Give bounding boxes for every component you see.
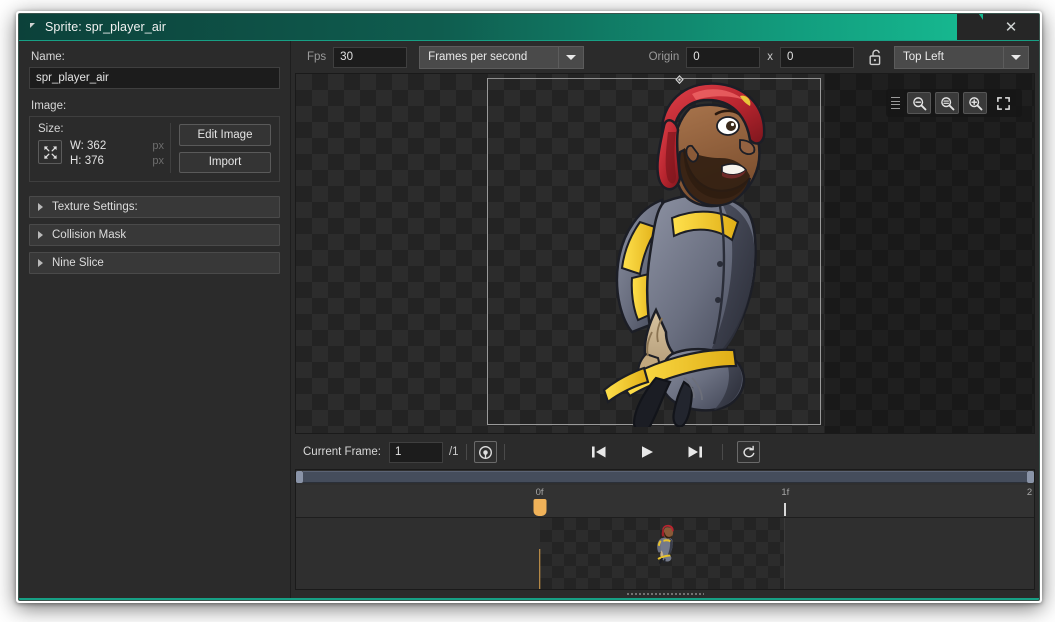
- frame-origin-icon[interactable]: [473, 441, 497, 463]
- properties-panel: Name: Image: Size:: [19, 41, 291, 600]
- chevron-down-icon[interactable]: [1004, 45, 1029, 69]
- accordion-nine-slice[interactable]: Nine Slice: [29, 252, 280, 274]
- loop-icon[interactable]: [737, 441, 761, 463]
- playback-toolbar: Current Frame: /1: [295, 435, 1035, 469]
- collapse-arrow-icon[interactable]: [30, 23, 35, 28]
- total-frames-label: /1: [448, 446, 459, 458]
- play-icon[interactable]: [634, 441, 660, 463]
- accordion-texture-settings[interactable]: Texture Settings:: [29, 196, 280, 218]
- app-root: Sprite: spr_player_air ✕ Name: Image: Si…: [0, 0, 1055, 622]
- zoom-out-icon[interactable]: [907, 92, 931, 114]
- origin-separator: x: [767, 51, 773, 63]
- chevron-right-icon: [38, 203, 43, 211]
- origin-y-input[interactable]: [780, 46, 854, 68]
- timeline-tick-mark: [784, 503, 787, 516]
- chevron-down-icon[interactable]: [559, 45, 585, 69]
- playhead-line: [538, 549, 541, 589]
- timeline-scrollbar[interactable]: [296, 470, 1034, 484]
- fit-to-screen-icon[interactable]: [991, 92, 1015, 114]
- origin-preset-value: Top Left: [894, 45, 1004, 69]
- fps-input[interactable]: [333, 46, 408, 68]
- origin-preset-dropdown[interactable]: Top Left: [894, 45, 1029, 69]
- accordion-label: Nine Slice: [52, 257, 104, 269]
- name-label: Name:: [31, 51, 65, 63]
- sprite-editor-window: Sprite: spr_player_air ✕ Name: Image: Si…: [18, 13, 1040, 601]
- frame-thumbnail: [649, 524, 675, 564]
- origin-x-input[interactable]: [686, 46, 761, 68]
- zoom-reset-icon[interactable]: [935, 92, 959, 114]
- chevron-right-icon: [38, 231, 43, 239]
- window-titlebar: Sprite: spr_player_air ✕: [19, 14, 1039, 40]
- unlocked-padlock-icon[interactable]: [864, 45, 888, 69]
- skip-previous-icon[interactable]: [586, 441, 612, 463]
- playback-mode-value: Frames per second: [419, 45, 560, 69]
- import-button[interactable]: Import: [179, 151, 271, 173]
- sprite-width-value: W: 362: [70, 140, 107, 152]
- origin-controls: Origin x Top Left: [633, 45, 1039, 69]
- image-label: Image:: [31, 100, 67, 112]
- image-size-group: Size: W: 362 H: 376 px px Edit Image Imp…: [29, 116, 280, 182]
- timeline-tick-label: 1f: [781, 487, 790, 498]
- frame-cell[interactable]: [539, 518, 786, 589]
- chevron-right-icon: [38, 259, 43, 267]
- current-frame-input[interactable]: [388, 441, 443, 463]
- width-unit: px: [152, 140, 164, 152]
- timeline-panel: 0f 1f 2: [295, 469, 1035, 590]
- transport-controls: [586, 441, 761, 463]
- toolbar-divider: [722, 444, 724, 460]
- resize-arrows-icon[interactable]: [38, 140, 62, 164]
- editor-area: Fps Frames per second Origin x: [291, 41, 1039, 600]
- accordion-list: Texture Settings: Collision Mask Nine Sl…: [29, 196, 280, 274]
- fps-label: Fps: [307, 51, 327, 63]
- firefighter-character-sprite: [544, 82, 776, 433]
- resize-grip-icon[interactable]: [626, 592, 704, 597]
- origin-label: Origin: [648, 51, 680, 63]
- zoom-toolbar: [886, 89, 1022, 117]
- timeline-tick-label: 0f: [535, 487, 544, 498]
- edit-image-button[interactable]: Edit Image: [179, 124, 271, 146]
- close-button[interactable]: ✕: [983, 14, 1039, 40]
- skip-next-icon[interactable]: [682, 441, 708, 463]
- window-title: Sprite: spr_player_air: [45, 20, 167, 34]
- timeline-ruler[interactable]: 0f 1f 2: [296, 485, 1034, 518]
- accordion-collision-mask[interactable]: Collision Mask: [29, 224, 280, 246]
- sprite-height-value: H: 376: [70, 155, 104, 167]
- sprite-name-input[interactable]: [29, 67, 280, 89]
- sprite-toolbar: Fps Frames per second Origin x: [291, 41, 1039, 73]
- toolbar-divider: [503, 444, 505, 460]
- timeline-track[interactable]: [296, 518, 1034, 589]
- size-column: Size: W: 362 H: 376 px px: [38, 123, 166, 173]
- height-unit: px: [152, 155, 164, 167]
- window-body: Name: Image: Size:: [19, 40, 1039, 600]
- toolbar-divider: [465, 444, 467, 460]
- timeline-tick-label: 2: [1026, 487, 1033, 498]
- accordion-label: Collision Mask: [52, 229, 127, 241]
- zoom-in-icon[interactable]: [963, 92, 987, 114]
- group-divider: [170, 123, 171, 173]
- sprite-canvas[interactable]: [295, 73, 1035, 434]
- scroll-handle-left[interactable]: [296, 471, 303, 483]
- drag-grip-icon[interactable]: [891, 96, 901, 110]
- current-frame-label: Current Frame:: [303, 446, 381, 458]
- size-label: Size:: [38, 123, 64, 135]
- scroll-track[interactable]: [303, 471, 1027, 483]
- accordion-label: Texture Settings:: [52, 201, 138, 213]
- playback-mode-dropdown[interactable]: Frames per second: [419, 45, 585, 69]
- window-bottom-accent: [19, 598, 1039, 600]
- playhead-handle[interactable]: [533, 499, 547, 516]
- scroll-handle-right[interactable]: [1027, 471, 1034, 483]
